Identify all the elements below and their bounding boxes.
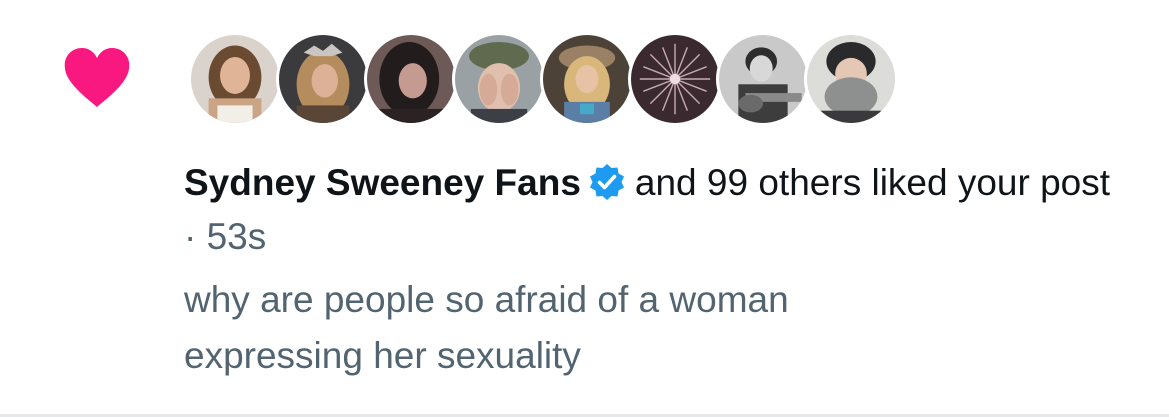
- notification-headline: Sydney Sweeney Fans and 99 others liked …: [184, 156, 1124, 264]
- avatar[interactable]: [628, 32, 722, 126]
- timestamp[interactable]: 53s: [207, 216, 267, 257]
- liker-avatars: [188, 32, 898, 128]
- avatar[interactable]: [804, 32, 898, 126]
- action-text: and 99 others liked your post: [634, 162, 1111, 203]
- liker-name-link[interactable]: Sydney Sweeney Fans: [184, 162, 581, 203]
- like-notification[interactable]: Sydney Sweeney Fans and 99 others liked …: [0, 0, 1169, 414]
- avatar[interactable]: [716, 32, 810, 126]
- avatar[interactable]: [540, 32, 634, 126]
- post-snippet[interactable]: why are people so afraid of a woman expr…: [184, 272, 944, 384]
- verified-badge-icon: [589, 164, 624, 200]
- avatar[interactable]: [276, 32, 370, 126]
- avatar[interactable]: [188, 32, 282, 126]
- avatar[interactable]: [364, 32, 458, 126]
- heart-icon: [64, 48, 130, 107]
- avatar[interactable]: [452, 32, 546, 126]
- separator-dot: ·: [184, 216, 207, 257]
- separator-glyph: ·: [184, 216, 197, 257]
- notification-content: Sydney Sweeney Fans and 99 others liked …: [184, 156, 1124, 384]
